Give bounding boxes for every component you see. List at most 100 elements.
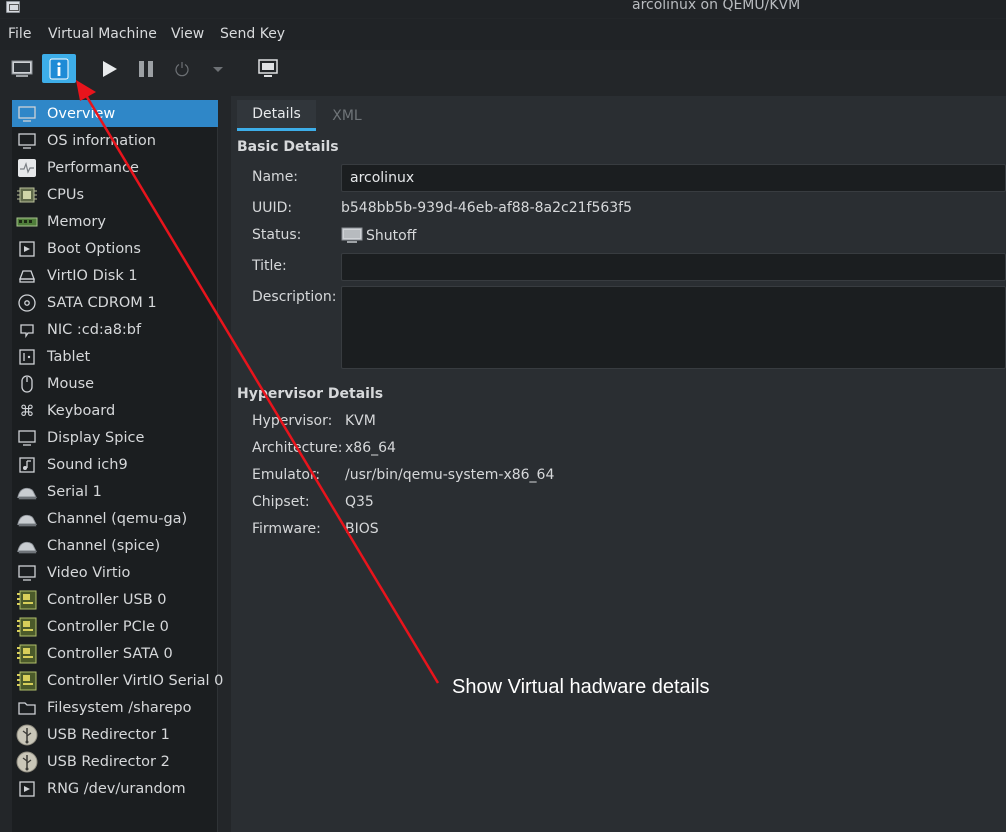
display-icon <box>16 427 38 449</box>
usb-icon <box>16 724 38 746</box>
title-field[interactable] <box>341 253 1006 281</box>
keyboard-icon: ⌘ <box>16 400 38 422</box>
sidebar-item-channel-qemu-ga[interactable]: Channel (qemu-ga) <box>12 505 218 532</box>
architecture-value: x86_64 <box>345 440 396 456</box>
sidebar-item-memory[interactable]: Memory <box>12 208 218 235</box>
fullscreen-button[interactable] <box>255 54 281 83</box>
architecture-label: Architecture: <box>252 440 343 456</box>
sidebar-item-boot-options[interactable]: Boot Options <box>12 235 218 262</box>
console-button[interactable] <box>8 54 36 83</box>
sidebar-item-virtio-disk-1[interactable]: VirtIO Disk 1 <box>12 262 218 289</box>
boot-icon <box>16 238 38 260</box>
description-field[interactable] <box>341 286 1006 369</box>
sidebar-item-sound-ich9[interactable]: Sound ich9 <box>12 451 218 478</box>
firmware-label: Firmware: <box>252 521 321 537</box>
sidebar-item-rng-dev-urandom[interactable]: RNG /dev/urandom <box>12 775 218 802</box>
uuid-value: b548bb5b-939d-46eb-af88-8a2c21f563f5 <box>341 200 633 216</box>
name-field[interactable]: arcolinux <box>341 164 1006 192</box>
sidebar-item-label: CPUs <box>47 186 85 203</box>
play-icon <box>103 60 117 77</box>
pause-button[interactable] <box>134 54 158 83</box>
sidebar-item-sata-cdrom-1[interactable]: SATA CDROM 1 <box>12 289 218 316</box>
sidebar-item-os-information[interactable]: OS information <box>12 127 218 154</box>
window-title: arcolinux on QEMU/KVM <box>632 0 801 13</box>
cdrom-icon <box>16 292 38 314</box>
chipset-label: Chipset: <box>252 494 310 510</box>
emulator-label: Emulator: <box>252 467 321 483</box>
mouse-icon <box>16 373 38 395</box>
sidebar-item-label: SATA CDROM 1 <box>47 294 157 311</box>
sidebar-item-controller-usb-0[interactable]: Controller USB 0 <box>12 586 218 613</box>
annotation-text: Show Virtual hadware details <box>452 676 710 698</box>
hypervisor-value: KVM <box>345 413 376 429</box>
sidebar-item-tablet[interactable]: Tablet <box>12 343 218 370</box>
sidebar-item-cpus[interactable]: CPUs <box>12 181 218 208</box>
cpu-icon <box>16 184 38 206</box>
sidebar-item-label: Video Virtio <box>47 564 131 581</box>
sidebar-item-controller-sata-0[interactable]: Controller SATA 0 <box>12 640 218 667</box>
tab-details[interactable]: Details <box>237 100 316 131</box>
sidebar-item-controller-pcie-0[interactable]: Controller PCIe 0 <box>12 613 218 640</box>
menu-virtual-machine[interactable]: Virtual Machine <box>48 26 157 42</box>
sidebar-item-filesystem-sharepo[interactable]: Filesystem /sharepo <box>12 694 218 721</box>
sidebar-item-channel-spice[interactable]: Channel (spice) <box>12 532 218 559</box>
virt-manager-app-icon <box>6 1 20 13</box>
hypervisor-label: Hypervisor: <box>252 413 333 429</box>
sidebar-item-mouse[interactable]: Mouse <box>12 370 218 397</box>
sidebar-item-video-virtio[interactable]: Video Virtio <box>12 559 218 586</box>
sound-icon <box>16 454 38 476</box>
menu-send-key[interactable]: Send Key <box>220 26 285 42</box>
sidebar-item-usb-redirector-2[interactable]: USB Redirector 2 <box>12 748 218 775</box>
serial-icon <box>16 508 38 530</box>
shutdown-button[interactable] <box>171 54 193 83</box>
menu-view[interactable]: View <box>171 26 204 42</box>
sidebar-item-label: USB Redirector 1 <box>47 726 170 743</box>
controller-icon <box>16 643 38 665</box>
info-icon <box>49 58 69 79</box>
sidebar-item-label: USB Redirector 2 <box>47 753 170 770</box>
sidebar-item-label: VirtIO Disk 1 <box>47 267 138 284</box>
title-label: Title: <box>252 258 287 274</box>
folder-icon <box>16 697 38 719</box>
monitor-icon <box>11 60 33 77</box>
serial-icon <box>16 535 38 557</box>
sidebar-item-serial-1[interactable]: Serial 1 <box>12 478 218 505</box>
sidebar-item-label: OS information <box>47 132 156 149</box>
performance-icon <box>16 157 38 179</box>
sidebar-item-label: Memory <box>47 213 106 230</box>
sidebar-item-overview[interactable]: Overview <box>12 100 218 127</box>
details-button[interactable] <box>42 54 76 83</box>
menu-bar: File Virtual Machine View Send Key <box>0 19 1006 50</box>
sidebar-item-label: Tablet <box>47 348 91 365</box>
sidebar-item-performance[interactable]: Performance <box>12 154 218 181</box>
sidebar-item-controller-virtio-serial-0[interactable]: Controller VirtIO Serial 0 <box>12 667 223 694</box>
sidebar-item-label: Serial 1 <box>47 483 102 500</box>
sidebar-item-keyboard[interactable]: ⌘ Keyboard <box>12 397 218 424</box>
display-icon <box>16 103 38 125</box>
display-icon <box>16 562 38 584</box>
chipset-value: Q35 <box>345 494 374 510</box>
sidebar-item-usb-redirector-1[interactable]: USB Redirector 1 <box>12 721 218 748</box>
sidebar-item-label: Overview <box>47 105 116 122</box>
firmware-value: BIOS <box>345 521 379 537</box>
shutdown-menu-button[interactable] <box>208 54 228 83</box>
hardware-list: Overview OS information Performance CPUs Mem… <box>12 100 223 832</box>
status-value: Shutoff <box>366 228 417 244</box>
sidebar-item-label: Controller VirtIO Serial 0 <box>47 672 224 689</box>
tab-xml[interactable]: XML <box>316 100 378 131</box>
sidebar-item-display-spice[interactable]: Display Spice <box>12 424 218 451</box>
basic-details-heading: Basic Details <box>237 139 339 155</box>
menu-file[interactable]: File <box>8 26 31 42</box>
sidebar-item-label: Sound ich9 <box>47 456 128 473</box>
sidebar-item-label: Channel (spice) <box>47 537 161 554</box>
name-value: arcolinux <box>350 170 415 186</box>
description-label: Description: <box>252 289 337 305</box>
sidebar-item-label: NIC :cd:a8:bf <box>47 321 142 338</box>
sidebar-item-nic-cd-a8-bf[interactable]: NIC :cd:a8:bf <box>12 316 218 343</box>
display-icon <box>16 130 38 152</box>
sidebar-item-label: Controller USB 0 <box>47 591 167 608</box>
sidebar-item-label: Controller SATA 0 <box>47 645 173 662</box>
status-value-group: Shutoff <box>341 227 416 245</box>
run-button[interactable] <box>97 54 121 83</box>
status-label: Status: <box>252 227 302 243</box>
